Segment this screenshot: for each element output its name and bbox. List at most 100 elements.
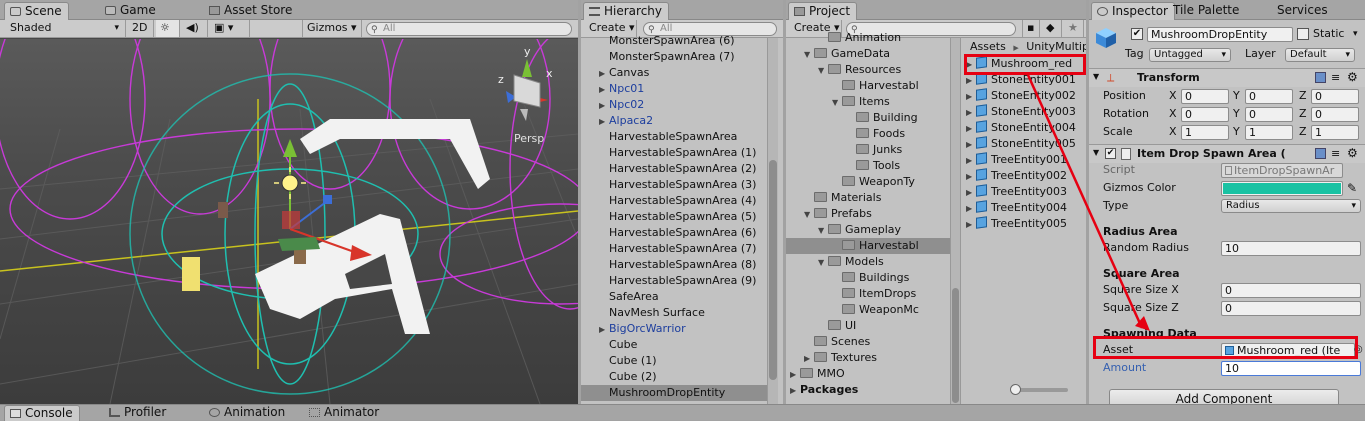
active-checkbox[interactable]: ✔ — [1131, 28, 1143, 40]
hierarchy-item[interactable]: Cube (1) — [581, 353, 767, 369]
icon-size-slider[interactable] — [1010, 384, 1068, 395]
transform-header[interactable]: ▼ ⟂ Transform ≡ ⚙ — [1089, 68, 1365, 87]
hierarchy-item[interactable]: MushroomDropEntity — [581, 385, 767, 401]
hierarchy-item[interactable]: HarvestableSpawnArea — [581, 129, 767, 145]
asset-object-field[interactable]: Mushroom_red (Ite — [1221, 343, 1355, 358]
expand-arrow-icon[interactable]: ▶ — [599, 66, 609, 82]
tab-scene[interactable]: Scene — [4, 2, 69, 20]
scene-search-input[interactable]: ⚲ All — [366, 22, 572, 36]
tab-project[interactable]: Project — [788, 2, 858, 20]
scrollbar-thumb[interactable] — [769, 160, 777, 380]
tab-hierarchy[interactable]: Hierarchy — [583, 2, 670, 20]
asset-item[interactable]: ▶ Mushroom_red — [966, 56, 1086, 72]
object-picker-icon[interactable]: ◎ — [1354, 342, 1363, 358]
project-folder-item[interactable]: ▼ Gameplay — [786, 222, 950, 238]
tag-dropdown[interactable]: Untagged — [1149, 48, 1231, 62]
asset-item[interactable]: ▶ TreeEntity003 — [966, 184, 1086, 200]
expand-arrow-icon[interactable]: ▶ — [966, 73, 976, 89]
project-folder-item[interactable]: ▶ Packages — [786, 382, 950, 398]
project-folder-item[interactable]: Scenes — [786, 334, 950, 350]
asset-item[interactable]: ▶ TreeEntity005 — [966, 216, 1086, 232]
expand-arrow-icon[interactable]: ▶ — [966, 185, 976, 201]
expand-arrow-icon[interactable]: ▶ — [804, 351, 814, 367]
hierarchy-item[interactable]: HarvestableSpawnArea (9) — [581, 273, 767, 289]
transform-rotation-z-field[interactable]: 0 — [1311, 107, 1359, 122]
expand-arrow-icon[interactable]: ▶ — [966, 137, 976, 153]
hierarchy-item[interactable]: NavMesh Surface — [581, 305, 767, 321]
expand-arrow-icon[interactable]: ▶ — [599, 82, 609, 98]
gear-icon[interactable]: ⚙ — [1347, 146, 1358, 160]
project-folder-item[interactable]: ▼ Models — [786, 254, 950, 270]
hierarchy-item[interactable]: MonsterSpawnArea (7) — [581, 49, 767, 65]
hierarchy-item[interactable]: ▶ Canvas — [581, 65, 767, 81]
breadcrumb-assets[interactable]: Assets — [970, 40, 1006, 53]
tab-animator[interactable]: Animator — [304, 405, 385, 421]
object-name-field[interactable]: MushroomDropEntity — [1147, 27, 1293, 42]
component-checkbox[interactable]: ✔ — [1105, 148, 1116, 159]
static-checkbox[interactable] — [1297, 28, 1309, 40]
layer-dropdown[interactable]: Default — [1285, 48, 1355, 62]
square-size-z-field[interactable]: 0 — [1221, 301, 1361, 316]
expand-arrow-icon[interactable]: ▶ — [966, 121, 976, 137]
hierarchy-item[interactable]: HarvestableSpawnArea (1) — [581, 145, 767, 161]
expand-arrow-icon[interactable]: ▶ — [966, 201, 976, 217]
gizmos-dropdown[interactable]: Gizmos ▾ — [302, 20, 362, 37]
asset-item[interactable]: ▶ StoneEntity003 — [966, 104, 1086, 120]
project-folder-item[interactable]: UI — [786, 318, 950, 334]
asset-item[interactable]: ▶ TreeEntity002 — [966, 168, 1086, 184]
tab-inspector[interactable]: Inspector — [1091, 2, 1175, 20]
persp-label[interactable]: Persp — [514, 132, 544, 145]
expand-arrow-icon[interactable]: ▶ — [599, 98, 609, 114]
filter-type-button[interactable]: ▪ — [1022, 20, 1040, 37]
project-folder-item[interactable]: ▼ Resources — [786, 62, 950, 78]
hierarchy-item[interactable]: ▶ BigOrcWarrior — [581, 321, 767, 337]
expand-arrow-icon[interactable]: ▶ — [966, 169, 976, 185]
expand-arrow-icon[interactable]: ▶ — [790, 367, 800, 383]
preset-icon[interactable]: ≡ — [1331, 71, 1340, 84]
transform-scale-x-field[interactable]: 1 — [1181, 125, 1229, 140]
hierarchy-item[interactable]: HarvestableSpawnArea (4) — [581, 193, 767, 209]
eyedropper-icon[interactable]: ✎ — [1347, 180, 1357, 196]
audio-toggle[interactable]: ◀) — [182, 20, 208, 37]
transform-position-y-field[interactable]: 0 — [1245, 89, 1293, 104]
project-folder-item[interactable]: Foods — [786, 126, 950, 142]
hierarchy-item[interactable]: ▶ Npc02 — [581, 97, 767, 113]
expand-arrow-icon[interactable]: ▶ — [966, 57, 976, 73]
project-folder-item[interactable]: WeaponTy — [786, 174, 950, 190]
asset-item[interactable]: ▶ StoneEntity001 — [966, 72, 1086, 88]
project-folder-item[interactable]: Materials — [786, 190, 950, 206]
slider-handle[interactable] — [1010, 384, 1021, 395]
project-folder-item[interactable]: ▶ MMO — [786, 366, 950, 382]
hierarchy-scrollbar[interactable] — [767, 38, 778, 404]
expand-arrow-icon[interactable]: ▶ — [966, 153, 976, 169]
amount-field[interactable]: 10 — [1221, 361, 1361, 376]
hierarchy-item[interactable]: Cube (2) — [581, 369, 767, 385]
project-folder-item[interactable]: WeaponMc — [786, 302, 950, 318]
transform-position-x-field[interactable]: 0 — [1181, 89, 1229, 104]
transform-rotation-x-field[interactable]: 0 — [1181, 107, 1229, 122]
hierarchy-item[interactable]: HarvestableSpawnArea (2) — [581, 161, 767, 177]
type-dropdown[interactable]: Radius — [1221, 199, 1361, 213]
tab-tile-palette[interactable]: Tile Palette — [1167, 2, 1245, 20]
expand-arrow-icon[interactable]: ▶ — [599, 322, 609, 338]
project-folder-item[interactable]: ▼ Items — [786, 94, 950, 110]
shading-dropdown[interactable]: Shaded ▾ — [0, 20, 126, 37]
hierarchy-item[interactable]: ▶ Alpaca2 — [581, 113, 767, 129]
project-folder-item[interactable]: ItemDrops — [786, 286, 950, 302]
project-folder-item[interactable]: Junks — [786, 142, 950, 158]
project-folder-item[interactable]: ▼ Prefabs — [786, 206, 950, 222]
lighting-toggle[interactable]: ☼ — [156, 20, 180, 37]
preset-icon[interactable]: ≡ — [1331, 147, 1340, 160]
tab-asset-store[interactable]: Asset Store — [204, 2, 298, 20]
hierarchy-item[interactable]: HarvestableSpawnArea (8) — [581, 257, 767, 273]
project-tree-scrollbar[interactable] — [950, 38, 961, 404]
project-folder-item[interactable]: Harvestabl — [786, 238, 950, 254]
gear-icon[interactable]: ⚙ — [1347, 70, 1358, 84]
tab-console[interactable]: Console — [4, 405, 80, 421]
hierarchy-item[interactable]: HarvestableSpawnArea (6) — [581, 225, 767, 241]
expand-arrow-icon[interactable]: ▼ — [804, 47, 814, 63]
tab-game[interactable]: Game — [100, 2, 162, 20]
asset-item[interactable]: ▶ TreeEntity004 — [966, 200, 1086, 216]
project-folder-item[interactable]: Animation — [786, 30, 950, 46]
asset-item[interactable]: ▶ StoneEntity004 — [966, 120, 1086, 136]
